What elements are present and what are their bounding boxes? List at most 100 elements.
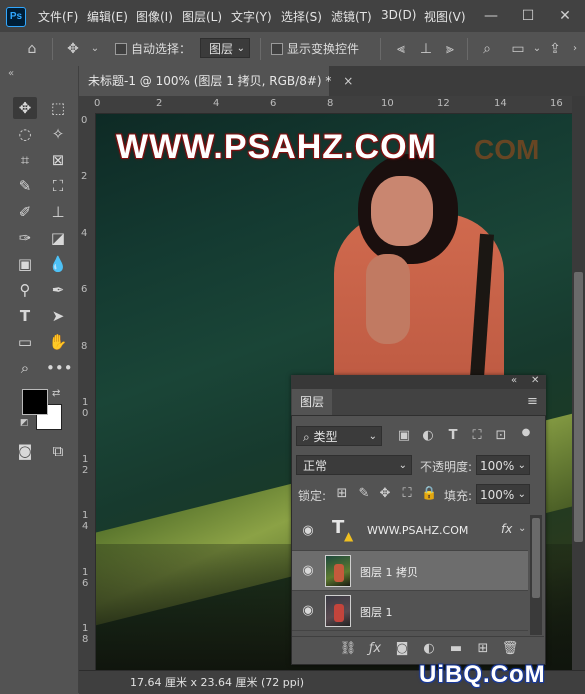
eraser-icon[interactable]: ◪ bbox=[46, 227, 70, 249]
type-tool-icon[interactable]: T bbox=[13, 305, 37, 327]
zoom-tool-icon[interactable]: ⌕ bbox=[13, 357, 37, 379]
eyedropper-icon[interactable]: ✎ bbox=[13, 175, 37, 197]
quick-mask-icon[interactable]: ◙ bbox=[13, 440, 37, 462]
add-style-fx-icon[interactable]: ƒx bbox=[366, 640, 384, 658]
filter-smart-object-icon[interactable]: ⊡ bbox=[493, 427, 509, 445]
chevron-down-icon[interactable]: ⌄ bbox=[518, 523, 526, 534]
site-watermark: UiBQ.CoM bbox=[419, 661, 546, 688]
stamp-tool-icon[interactable]: ⊥ bbox=[46, 201, 70, 223]
brush-tool-icon[interactable]: ✐ bbox=[13, 201, 37, 223]
blend-mode-dropdown[interactable]: 正常 ⌄ bbox=[296, 455, 412, 475]
search-icon[interactable]: ⌕ bbox=[478, 38, 496, 60]
adjustment-layer-icon[interactable]: ◐ bbox=[420, 640, 438, 658]
layer-row[interactable]: ◉ 图层 1 bbox=[292, 591, 528, 631]
visibility-eye-icon[interactable]: ◉ bbox=[300, 524, 316, 537]
auto-select-label: 自动选择： bbox=[131, 42, 192, 56]
close-panel-icon[interactable]: ✕ bbox=[531, 375, 539, 386]
lasso-tool-icon[interactable]: ◌ bbox=[13, 123, 37, 145]
lock-all-icon[interactable]: 🔒 bbox=[421, 485, 437, 503]
swap-colors-icon[interactable]: ⇄ bbox=[52, 388, 60, 399]
foreground-color-swatch[interactable] bbox=[22, 389, 48, 415]
menu-edit[interactable]: 编辑(E) bbox=[87, 8, 128, 25]
lock-pixels-icon[interactable]: ✎ bbox=[356, 485, 372, 503]
gradient-tool-icon[interactable]: ▣ bbox=[13, 253, 37, 275]
filter-pixel-icon[interactable]: ▣ bbox=[396, 427, 412, 445]
more-tools-icon[interactable]: ••• bbox=[46, 357, 73, 379]
rectangle-tool-icon[interactable]: ▭ bbox=[13, 331, 37, 353]
ruler-tick-label: 2 bbox=[81, 171, 88, 182]
fill-field[interactable]: 100% ⌄ bbox=[476, 484, 530, 504]
content-aware-icon[interactable]: ⛶ bbox=[46, 175, 70, 197]
hand-tool-icon[interactable]: ✋ bbox=[46, 331, 70, 353]
visibility-eye-icon[interactable]: ◉ bbox=[300, 604, 316, 617]
minimize-button[interactable]: — bbox=[476, 4, 506, 28]
document-tab[interactable]: 未标题-1 @ 100% (图层 1 拷贝, RGB/8#) * × bbox=[79, 66, 353, 96]
path-select-icon[interactable]: ➤ bbox=[46, 305, 70, 327]
delete-layer-icon[interactable]: 🗑 bbox=[501, 640, 519, 658]
workspace-icon[interactable]: ▭ bbox=[509, 38, 527, 60]
chevron-right-icon[interactable]: › bbox=[566, 38, 584, 60]
chevron-down-icon[interactable]: ⌄ bbox=[86, 38, 104, 60]
home-icon[interactable]: ⌂ bbox=[23, 38, 41, 60]
filter-type-icon[interactable]: T bbox=[445, 427, 461, 445]
collapse-panel-icon[interactable]: « bbox=[511, 375, 517, 386]
menu-image[interactable]: 图像(I) bbox=[136, 8, 173, 25]
menu-type[interactable]: 文字(Y) bbox=[231, 8, 272, 25]
lock-position-icon[interactable]: ✥ bbox=[377, 485, 393, 503]
vertical-scrollbar-thumb[interactable] bbox=[574, 272, 583, 542]
lock-transparent-icon[interactable]: ⊞ bbox=[334, 485, 350, 503]
lock-artboard-icon[interactable]: ⛶ bbox=[399, 485, 415, 503]
filter-toggle-icon[interactable]: ● bbox=[518, 424, 534, 442]
layer-effects-fx-icon[interactable]: fx bbox=[501, 522, 512, 536]
maximize-button[interactable]: ☐ bbox=[513, 4, 543, 28]
pen-tool-icon[interactable]: ✒ bbox=[46, 279, 70, 301]
marquee-tool-icon[interactable]: ⬚ bbox=[46, 97, 70, 119]
move-tool-icon[interactable]: ✥ bbox=[64, 38, 82, 60]
menu-filter[interactable]: 滤镜(T) bbox=[331, 8, 372, 25]
filter-shape-icon[interactable]: ⛶ bbox=[469, 427, 485, 445]
filter-adjustment-icon[interactable]: ◐ bbox=[420, 427, 436, 445]
lock-label: 锁定: bbox=[298, 489, 327, 503]
close-window-button[interactable]: ✕ bbox=[550, 4, 580, 28]
blur-tool-icon[interactable]: 💧 bbox=[46, 253, 70, 275]
chevron-down-icon: ⌄ bbox=[398, 460, 407, 471]
link-layers-icon[interactable]: ⛓ bbox=[339, 640, 357, 658]
visibility-eye-icon[interactable]: ◉ bbox=[300, 564, 316, 577]
opacity-field[interactable]: 100% ⌄ bbox=[476, 455, 530, 475]
menu-3d[interactable]: 3D(D) bbox=[381, 8, 416, 22]
move-tool-icon[interactable]: ✥ bbox=[13, 97, 37, 119]
align-left-icon[interactable]: ⫷ bbox=[392, 38, 410, 60]
layer-filter-dropdown[interactable]: ⌕ 类型 ⌄ bbox=[296, 426, 382, 446]
document-size-status[interactable]: 17.64 厘米 x 23.64 厘米 (72 ppi) bbox=[130, 674, 304, 690]
menu-view[interactable]: 视图(V) bbox=[424, 8, 466, 25]
auto-select-dropdown[interactable]: 图层 ⌄ bbox=[200, 38, 250, 58]
align-right-icon[interactable]: ⫸ bbox=[441, 38, 459, 60]
chevron-down-icon[interactable]: ⌄ bbox=[528, 38, 546, 60]
new-layer-icon[interactable]: ⊞ bbox=[474, 640, 492, 658]
default-colors-icon[interactable]: ◩ bbox=[20, 418, 29, 428]
tab-layers[interactable]: 图层 bbox=[292, 389, 332, 415]
layer-row-selected[interactable]: ◉ 图层 1 拷贝 bbox=[292, 551, 528, 591]
frame-tool-icon[interactable]: ⊠ bbox=[46, 149, 70, 171]
add-mask-icon[interactable]: ◙ bbox=[393, 640, 411, 658]
layer-row-text[interactable]: ◉ T ▲ WWW.PSAHZ.COM fx ⌄ bbox=[292, 511, 528, 551]
share-icon[interactable]: ⇪ bbox=[546, 38, 564, 60]
photoshop-logo[interactable]: Ps bbox=[6, 7, 26, 27]
layers-scrollbar-thumb[interactable] bbox=[532, 518, 540, 598]
menu-file[interactable]: 文件(F) bbox=[38, 8, 78, 25]
align-center-icon[interactable]: ⊥ bbox=[417, 38, 435, 60]
show-transform-checkbox[interactable] bbox=[271, 43, 283, 55]
panel-menu-icon[interactable]: ≡ bbox=[527, 394, 538, 409]
history-brush-icon[interactable]: ✑ bbox=[13, 227, 37, 249]
close-tab-icon[interactable]: × bbox=[343, 74, 353, 88]
menu-select[interactable]: 选择(S) bbox=[281, 8, 322, 25]
layers-panel-titlebar[interactable]: « ✕ bbox=[291, 375, 546, 389]
crop-tool-icon[interactable]: ⌗ bbox=[13, 149, 37, 171]
magic-wand-icon[interactable]: ✧ bbox=[46, 123, 70, 145]
dodge-tool-icon[interactable]: ⚲ bbox=[13, 279, 37, 301]
collapse-panel-icon[interactable]: « bbox=[8, 68, 14, 79]
auto-select-checkbox[interactable] bbox=[115, 43, 127, 55]
screen-mode-icon[interactable]: ⧉ bbox=[46, 440, 70, 462]
menu-layer[interactable]: 图层(L) bbox=[182, 8, 222, 25]
new-group-icon[interactable]: ▬ bbox=[447, 640, 465, 658]
